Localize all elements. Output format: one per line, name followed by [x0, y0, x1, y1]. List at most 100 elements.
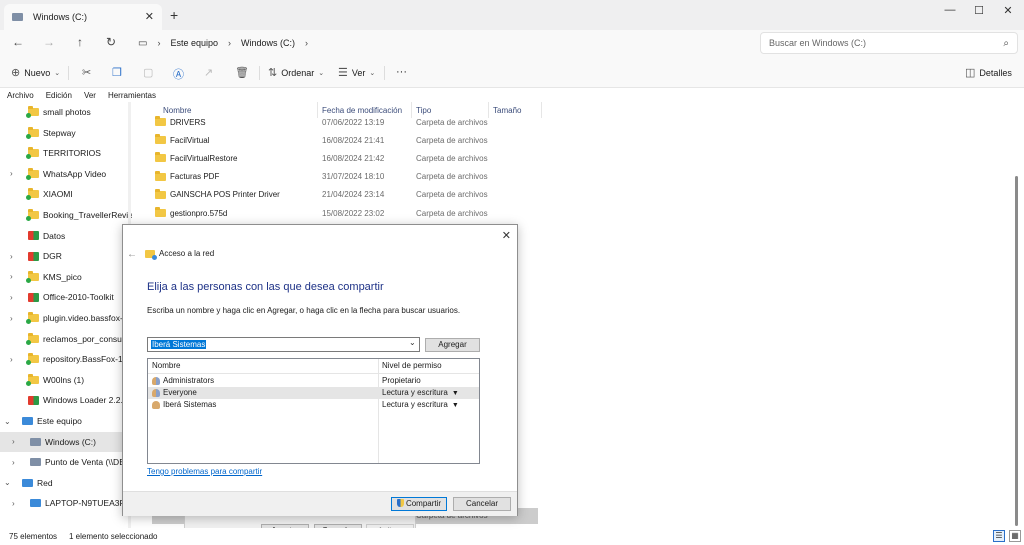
chevron-down-icon[interactable]: ⌄ — [4, 417, 11, 426]
sync-status-icon — [26, 154, 31, 160]
cancel-button[interactable]: Cancelar — [453, 497, 511, 511]
folder-icon — [26, 147, 39, 160]
file-name-text: Facturas PDF — [170, 172, 220, 182]
chevron-right-icon[interactable]: › — [12, 458, 15, 467]
view-button[interactable]: ☰ Ver ⌄ — [338, 66, 375, 79]
breadcrumb-este-equipo[interactable]: Este equipo — [170, 38, 218, 48]
file-type: Carpeta de archivos — [416, 117, 488, 127]
file-date: 16/08/2024 21:42 — [322, 153, 385, 163]
user-group-icon — [152, 389, 160, 397]
copy-icon[interactable]: ❐ — [112, 66, 122, 79]
permission-row[interactable]: Everyone Lectura y escritura ▼ — [148, 387, 479, 399]
chevron-right-icon[interactable]: › — [305, 38, 308, 48]
permission-level[interactable]: Lectura y escritura ▼ — [382, 399, 459, 412]
file-row[interactable]: FacilVirtualRestore 16/08/2024 21:42 Carpe… — [145, 149, 545, 167]
minimize-icon[interactable]: — — [940, 4, 960, 16]
chevron-right-icon[interactable]: › — [10, 169, 13, 178]
file-name: FacilVirtualRestore — [155, 152, 237, 163]
chevron-right-icon[interactable]: › — [12, 499, 15, 508]
tab-windows-c[interactable]: Windows (C:) ✕ — [4, 4, 162, 30]
column-header-user[interactable]: Nombre — [152, 359, 180, 373]
search-icon: ⌕ — [1003, 37, 1009, 49]
file-name: Facturas PDF — [155, 170, 220, 182]
details-label: Detalles — [979, 67, 1012, 78]
file-row[interactable]: FacilVirtual 16/08/2024 21:41 Carpeta de a… — [145, 131, 545, 149]
maximize-icon[interactable]: ☐ — [969, 4, 989, 17]
folder-icon — [155, 188, 166, 199]
chevron-right-icon: › — [157, 38, 161, 48]
chevron-right-icon[interactable]: › — [10, 252, 13, 261]
details-view-icon[interactable]: ☰ — [993, 530, 1005, 542]
close-tab-icon[interactable]: ✕ — [145, 10, 154, 23]
folder-icon — [155, 116, 166, 126]
search-box[interactable]: Buscar en Windows (C:) ⌕ — [760, 32, 1018, 54]
divider — [384, 66, 385, 80]
add-user-button[interactable]: Agregar — [425, 338, 480, 352]
column-header-permission[interactable]: Nivel de permiso — [382, 359, 442, 373]
tiles-view-icon[interactable]: ▦ — [1009, 530, 1021, 542]
drive-icon — [12, 13, 23, 21]
folder-icon — [26, 106, 39, 118]
drive-icon — [30, 458, 41, 467]
permission-row[interactable]: Administrators Propietario — [148, 375, 479, 387]
chevron-right-icon[interactable]: › — [12, 437, 15, 446]
folder-icon — [26, 312, 39, 324]
dialog-close-icon[interactable]: ✕ — [502, 229, 511, 242]
chevron-down-icon[interactable]: ⌄ — [409, 338, 416, 347]
permission-user: Everyone — [152, 387, 197, 399]
sidebar-item-label: W00lns (1) — [43, 374, 85, 385]
sync-status-icon — [26, 339, 31, 345]
forward-icon[interactable]: → — [41, 35, 57, 49]
paste-icon[interactable]: ▢ — [143, 66, 153, 79]
sidebar-item[interactable]: › Windows (C:) — [0, 431, 122, 452]
file-date: 21/04/2024 23:14 — [322, 190, 385, 200]
cut-icon[interactable]: ✂ — [82, 66, 91, 79]
sort-button[interactable]: ⇅ Ordenar ⌄ — [268, 66, 324, 79]
folder-icon — [26, 373, 39, 386]
chevron-right-icon[interactable]: › — [10, 272, 13, 281]
command-bar: ⊕ Nuevo ⌄ ✂ ❐ ▢ Ⓐ ↗ 🗑 ⇅ Ordenar ⌄ ☰ Ver … — [0, 58, 1024, 88]
chevron-right-icon[interactable]: › — [10, 314, 13, 323]
menu-herramientas[interactable]: Herramientas — [108, 91, 156, 100]
sync-status-icon — [26, 216, 31, 221]
up-icon[interactable]: ↑ — [72, 35, 88, 49]
chevron-right-icon[interactable]: › — [10, 355, 13, 364]
share-icon[interactable]: ↗ — [204, 66, 213, 79]
main-scrollbar[interactable] — [1015, 176, 1018, 526]
chevron-right-icon[interactable]: › — [10, 293, 13, 302]
sidebar-item-label: Este equipo — [37, 416, 82, 426]
new-button[interactable]: ⊕ Nuevo ⌄ — [11, 66, 60, 79]
chevron-down-icon[interactable]: ⌄ — [4, 478, 11, 487]
more-options-button[interactable]: ··· — [396, 66, 407, 78]
sidebar-item-label: Windows (C:) — [45, 436, 97, 447]
sidebar-item-label: Booking_TravellerReviewA — [43, 210, 132, 220]
menu-archivo[interactable]: Archivo — [7, 91, 34, 100]
file-row[interactable]: gestionpro.575d 15/08/2022 23:02 Carpeta d… — [145, 204, 545, 222]
dialog-back-icon[interactable]: ← — [127, 249, 137, 260]
chevron-right-icon: › — [228, 38, 231, 48]
breadcrumb-windows-c[interactable]: Windows (C:) — [241, 38, 295, 48]
sync-status-icon — [26, 360, 31, 366]
address-bar[interactable]: ▭ › Este equipo › Windows (C:) › — [132, 32, 752, 54]
back-icon[interactable]: ← — [10, 35, 26, 49]
details-button[interactable]: ◫ Detalles — [965, 66, 1012, 79]
dialog-title: Acceso a la red — [145, 249, 214, 260]
share-button[interactable]: Compartir — [391, 497, 447, 511]
file-row[interactable]: DRIVERS 07/06/2022 13:19 Carpeta de archiv… — [145, 113, 545, 131]
user-name-input[interactable]: Iberá Sistemas — [147, 337, 420, 352]
delete-icon[interactable]: 🗑 — [235, 66, 249, 79]
new-tab-icon[interactable]: + — [170, 7, 178, 23]
rename-icon[interactable]: Ⓐ — [173, 66, 184, 82]
file-row[interactable]: GAINSCHA POS Printer Driver 21/04/2024 23… — [145, 186, 545, 204]
refresh-icon[interactable]: ↻ — [103, 35, 119, 49]
folder-icon — [26, 188, 39, 201]
shield-icon — [396, 499, 404, 507]
menu-ver[interactable]: Ver — [84, 91, 96, 100]
sharing-help-link[interactable]: Tengo problemas para compartir — [147, 467, 262, 476]
sync-status-icon — [26, 195, 31, 201]
permission-row[interactable]: Iberá Sistemas Lectura y escritura ▼ — [148, 399, 479, 411]
menu-edicion[interactable]: Edición — [46, 91, 72, 100]
sync-status-icon — [26, 380, 31, 386]
file-row[interactable]: Facturas PDF 31/07/2024 18:10 Carpeta de a… — [145, 168, 545, 186]
close-window-icon[interactable]: ✕ — [998, 4, 1018, 17]
